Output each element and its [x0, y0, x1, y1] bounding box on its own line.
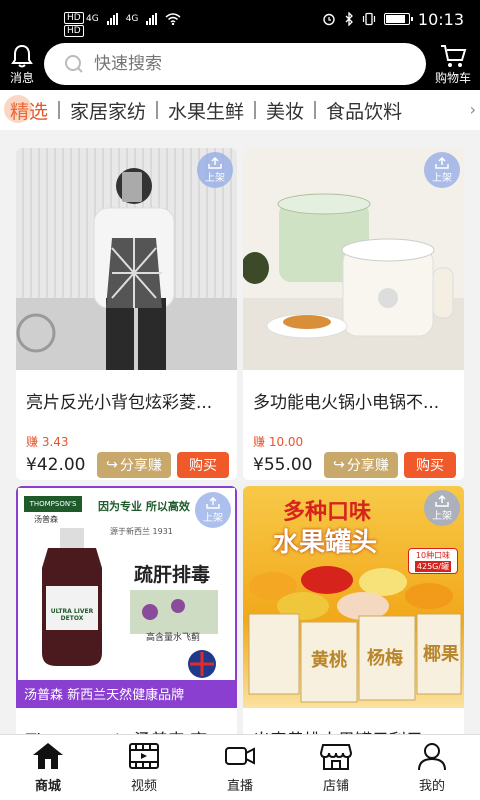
- store-icon: [319, 744, 353, 770]
- product-image: THOMPSON'S 汤普森 因为专业 所以高效 源于新西兰 1931 ULTR…: [16, 486, 237, 708]
- home-icon: [33, 743, 63, 769]
- product-actions: ¥42.00 ↪ 分享赚 购买: [16, 450, 237, 478]
- tab-mall[interactable]: 商城: [0, 735, 96, 800]
- clock: 10:13: [417, 9, 464, 29]
- product-image: 多种口味 水果罐头 10种口味 425G/罐 黄桃 杨梅 椰果 上架: [243, 486, 464, 708]
- can-label: 椰果: [423, 644, 459, 665]
- share-icon: ↪: [106, 457, 118, 473]
- can-label: 杨梅: [367, 648, 403, 669]
- product-title: 多功能电火锅小电锅不...: [253, 393, 440, 413]
- commission: 赚 3.43: [26, 435, 69, 449]
- tab-mine[interactable]: 我的: [384, 735, 480, 800]
- tab-featured[interactable]: 精选: [0, 94, 58, 124]
- upload-badge[interactable]: 上架: [424, 490, 460, 526]
- bluetooth-icon: [345, 12, 353, 26]
- user-icon: [418, 743, 446, 771]
- product-card[interactable]: 多种口味 水果罐头 10种口味 425G/罐 黄桃 杨梅 椰果 上架: [243, 486, 464, 746]
- product-card[interactable]: THOMPSON'S 汤普森 因为专业 所以高效 源于新西兰 1931 ULTR…: [16, 486, 237, 746]
- can-label: 黄桃: [311, 650, 347, 671]
- message-label: 消息: [9, 70, 34, 85]
- network-label: 4G: [86, 14, 99, 24]
- buy-button[interactable]: 购买: [177, 452, 229, 478]
- share-label: 分享赚: [119, 458, 162, 474]
- tab-store[interactable]: 店铺: [288, 735, 384, 800]
- tab-label: 直播: [226, 779, 253, 794]
- status-right: 10:13: [322, 10, 464, 29]
- vibrate-icon: [362, 12, 375, 26]
- hd-tag: HD: [64, 25, 84, 37]
- bottle-label: ULTRA LIVER DETOX: [50, 608, 94, 622]
- upload-icon: [435, 156, 449, 169]
- upload-badge[interactable]: 上架: [197, 152, 233, 188]
- category-tabs: 精选 家居家纺 水果生鲜 美妆 食品饮料 ›: [0, 90, 480, 130]
- tab-food-drinks[interactable]: 食品饮料: [316, 97, 412, 124]
- upload-icon: [208, 156, 222, 169]
- message-button[interactable]: 消息: [0, 43, 44, 86]
- signal-icon: [146, 13, 158, 25]
- commission: 赚 10.00: [253, 435, 304, 449]
- upload-label: 上架: [432, 510, 452, 522]
- product-price: ¥42.00: [26, 455, 86, 475]
- cart-icon: [441, 44, 467, 67]
- search-bar[interactable]: [44, 43, 426, 85]
- share-earn-button[interactable]: ↪ 分享赚: [97, 452, 171, 478]
- share-label: 分享赚: [346, 458, 389, 474]
- status-left: HD HD 4G 4G: [64, 12, 181, 37]
- upload-badge[interactable]: 上架: [195, 492, 231, 528]
- camera-icon: [225, 747, 255, 765]
- alarm-icon: [323, 13, 335, 26]
- product-image: 上架: [243, 148, 464, 370]
- upload-label: 上架: [203, 512, 223, 524]
- bottom-tab-bar: 商城 视频 直播 店铺 我的: [0, 734, 480, 800]
- buy-button[interactable]: 购买: [404, 452, 456, 478]
- tab-fruit-fresh[interactable]: 水果生鲜: [158, 97, 254, 124]
- signal-icon: [106, 13, 118, 25]
- product-title: 亮片反光小背包炫彩菱...: [26, 393, 213, 413]
- product-actions: ¥55.00 ↪ 分享赚 购买: [243, 450, 464, 478]
- product-image: 上架: [16, 148, 237, 370]
- tab-label: 我的: [418, 779, 445, 794]
- tab-label: 商城: [34, 779, 61, 794]
- tab-label: 视频: [130, 779, 157, 794]
- cart-label: 购物车: [434, 70, 471, 85]
- hd-tag: HD: [64, 12, 84, 24]
- network-label: 4G: [125, 14, 139, 24]
- tab-label: 店铺: [322, 779, 349, 794]
- upload-label: 上架: [432, 172, 452, 184]
- subline: 高含量水飞蓟: [146, 633, 201, 643]
- upload-icon: [206, 496, 220, 509]
- share-earn-button[interactable]: ↪ 分享赚: [324, 452, 398, 478]
- share-icon: ↪: [333, 457, 345, 473]
- cart-button[interactable]: 购物车: [426, 43, 480, 86]
- chevron-right-icon[interactable]: ›: [470, 100, 476, 119]
- brand-banner: 汤普森 新西兰天然健康品牌: [18, 680, 235, 706]
- upload-label: 上架: [205, 172, 225, 184]
- tab-beauty[interactable]: 美妆: [256, 97, 314, 124]
- app-header: 消息 购物车: [0, 38, 480, 90]
- status-bar: HD HD 4G 4G 10:13: [0, 0, 480, 38]
- product-price: ¥55.00: [253, 455, 313, 475]
- upload-badge[interactable]: 上架: [424, 152, 460, 188]
- search-icon: [65, 55, 83, 73]
- tab-home-textiles[interactable]: 家居家纺: [60, 97, 156, 124]
- search-input[interactable]: [94, 54, 374, 74]
- bell-icon: [11, 44, 33, 67]
- headline: 疏肝排毒: [134, 564, 211, 586]
- product-card[interactable]: 上架 多功能电火锅小电锅不... 赚 10.00 ¥55.00 ↪ 分享赚 购买: [243, 148, 464, 480]
- tab-live[interactable]: 直播: [192, 735, 288, 800]
- tab-video[interactable]: 视频: [96, 735, 192, 800]
- film-icon: [129, 743, 159, 769]
- upload-icon: [435, 494, 449, 507]
- wifi-icon: [165, 13, 181, 25]
- product-card[interactable]: 上架 亮片反光小背包炫彩菱... 赚 3.43 ¥42.00 ↪ 分享赚 购买: [16, 148, 237, 480]
- battery-icon: [383, 13, 413, 25]
